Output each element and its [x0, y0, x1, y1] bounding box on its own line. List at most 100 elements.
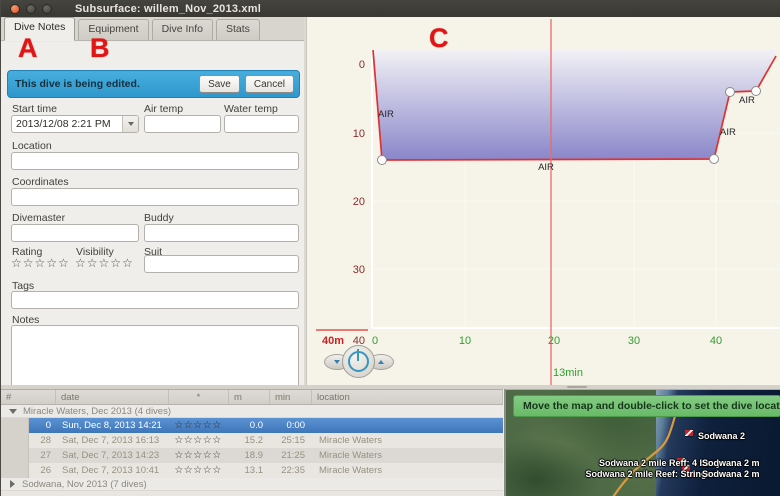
triangle-expanded-icon [9, 409, 17, 414]
dive-duration: 22:35 [269, 465, 311, 476]
map-banner: Move the map and double-click to set the… [513, 395, 780, 417]
triangle-down-icon [334, 360, 340, 364]
depth-tick-10: 10 [353, 128, 365, 140]
dive-location: Miracle Waters [311, 465, 503, 476]
subsurface-window: Subsurface: willem_Nov_2013.xml Dive Not… [0, 0, 780, 496]
gas-label: AIR [378, 109, 394, 120]
location-label: Location [12, 140, 52, 152]
visibility-stars[interactable]: ☆☆☆☆☆ [75, 256, 134, 270]
tags-field[interactable] [11, 291, 299, 309]
minimize-icon[interactable] [26, 4, 36, 14]
dive-rating-stars: ☆☆☆☆☆ [168, 465, 228, 476]
dive-notes-form: This dive is being edited. Save Cancel S… [1, 42, 306, 385]
save-button[interactable]: Save [199, 75, 240, 93]
gas-label: AIR [720, 127, 736, 138]
profile-handle[interactable] [726, 88, 735, 97]
dive-row-selected[interactable]: 0 Sun, Dec 8, 2013 14:21 ☆☆☆☆☆ 0.0 0:00 [1, 418, 503, 433]
dive-duration: 0:00 [269, 420, 311, 431]
dive-profile-chart[interactable]: 0 10 20 30 40 40m 0 10 20 30 40 13min AI… [306, 17, 780, 389]
profile-fill [373, 50, 776, 160]
dive-notes-panel: Dive Notes Equipment Dive Info Stats Thi… [1, 17, 306, 385]
cancel-button[interactable]: Cancel [245, 75, 294, 93]
tab-dive-info[interactable]: Dive Info [152, 19, 213, 40]
dive-number: 27 [29, 450, 56, 461]
buddy-label: Buddy [144, 212, 174, 224]
gas-label: AIR [739, 95, 755, 106]
start-time-combobox[interactable]: 2013/12/08 2:21 PM [11, 115, 139, 133]
dive-row[interactable]: 27 Sat, Dec 7, 2013 14:23 ☆☆☆☆☆ 18.9 21:… [1, 448, 503, 463]
titlebar: Subsurface: willem_Nov_2013.xml [1, 0, 780, 17]
buddy-field[interactable] [144, 224, 299, 242]
dive-row[interactable]: 26 Sat, Dec 7, 2013 10:41 ☆☆☆☆☆ 13.1 22:… [1, 463, 503, 478]
window-title: Subsurface: willem_Nov_2013.xml [75, 3, 261, 15]
annotation-a: A [18, 33, 38, 64]
dive-list-table: # date * m min location Miracle Waters, … [1, 389, 503, 496]
column-header-location[interactable]: location [312, 390, 503, 404]
water-temp-field[interactable] [224, 115, 299, 133]
tab-equipment[interactable]: Equipment [78, 19, 148, 40]
column-header-rating[interactable]: * [169, 390, 229, 404]
air-temp-label: Air temp [144, 103, 183, 115]
column-header-date[interactable]: date [56, 390, 169, 404]
row-gutter [1, 418, 29, 433]
profile-handle[interactable] [710, 155, 719, 164]
trip-group-row[interactable]: Miracle Waters, Dec 2013 (4 dives) [1, 405, 503, 418]
dive-duration: 25:15 [269, 435, 311, 446]
coordinates-field[interactable] [11, 188, 299, 206]
tab-dive-notes[interactable]: Dive Notes [4, 17, 75, 41]
dive-date: Sat, Dec 7, 2013 16:13 [56, 435, 168, 446]
chevron-down-icon[interactable] [122, 116, 138, 132]
trip-group-row[interactable]: Sodwana, Nov 2013 (7 dives) [1, 478, 503, 491]
depth-tick-0: 0 [359, 59, 365, 71]
dive-location: Miracle Waters [311, 450, 503, 461]
row-gutter [1, 448, 29, 463]
dive-list-header[interactable]: # date * m min location [1, 390, 503, 405]
column-header-number[interactable]: # [1, 390, 56, 404]
tab-bar: Dive Notes Equipment Dive Info Stats [1, 17, 306, 41]
map-site-label: Sodwana 2 m [702, 469, 760, 479]
time-tick-10: 10 [459, 335, 471, 347]
maximize-icon[interactable] [42, 4, 52, 14]
dive-depth: 18.9 [228, 450, 269, 461]
profile-handle[interactable] [378, 156, 387, 165]
dive-date: Sat, Dec 7, 2013 10:41 [56, 465, 168, 476]
dive-date: Sun, Dec 8, 2013 14:21 [56, 420, 168, 431]
splitter-grip-icon [567, 386, 587, 388]
dive-date: Sat, Dec 7, 2013 14:23 [56, 450, 168, 461]
rating-stars[interactable]: ☆☆☆☆☆ [11, 256, 70, 270]
map-site-label: Sodwana 2 mile Reef: Stringer [585, 469, 715, 479]
dive-number: 28 [29, 435, 56, 446]
dive-flag-icon[interactable] [685, 430, 693, 436]
location-field[interactable] [11, 152, 299, 170]
dive-duration: 21:25 [269, 450, 311, 461]
close-icon[interactable] [10, 4, 20, 14]
column-header-depth[interactable]: m [229, 390, 270, 404]
divemaster-label: Divemaster [12, 212, 65, 224]
profile-svg: 0 10 20 30 40 40m 0 10 20 30 40 13min AI… [313, 17, 780, 388]
trip-group-label: Miracle Waters, Dec 2013 (4 dives) [23, 406, 171, 417]
profile-scale-widget [324, 345, 394, 379]
dive-rating-stars: ☆☆☆☆☆ [168, 450, 228, 461]
annotation-b: B [90, 33, 110, 64]
dive-depth: 15.2 [228, 435, 269, 446]
trip-group-label: Sodwana, Nov 2013 (7 dives) [22, 479, 147, 490]
time-tick-30: 30 [628, 335, 640, 347]
start-time-value: 2013/12/08 2:21 PM [16, 118, 122, 130]
edit-banner-message: This dive is being edited. [15, 78, 199, 90]
annotation-c: C [429, 23, 449, 54]
map-site-label: Sodwana 2 m [702, 458, 760, 468]
air-temp-field[interactable] [144, 115, 221, 133]
tab-stats[interactable]: Stats [216, 19, 260, 40]
divemaster-field[interactable] [11, 224, 139, 242]
ruler-toggle-button[interactable] [342, 345, 375, 378]
column-header-duration[interactable]: min [270, 390, 312, 404]
suit-field[interactable] [144, 255, 299, 273]
dive-number: 0 [29, 420, 56, 431]
dive-rating-stars: ☆☆☆☆☆ [168, 420, 228, 431]
dive-row[interactable]: 28 Sat, Dec 7, 2013 16:13 ☆☆☆☆☆ 15.2 25:… [1, 433, 503, 448]
start-time-label: Start time [12, 103, 57, 115]
dive-rating-stars: ☆☆☆☆☆ [168, 435, 228, 446]
triangle-up-icon [378, 360, 384, 364]
dive-location-map[interactable]: Sodwana 2 mile Reff: 4 bouy Sodwana 2 mi… [504, 389, 780, 496]
map-site-label: Sodwana 2 [698, 431, 745, 441]
